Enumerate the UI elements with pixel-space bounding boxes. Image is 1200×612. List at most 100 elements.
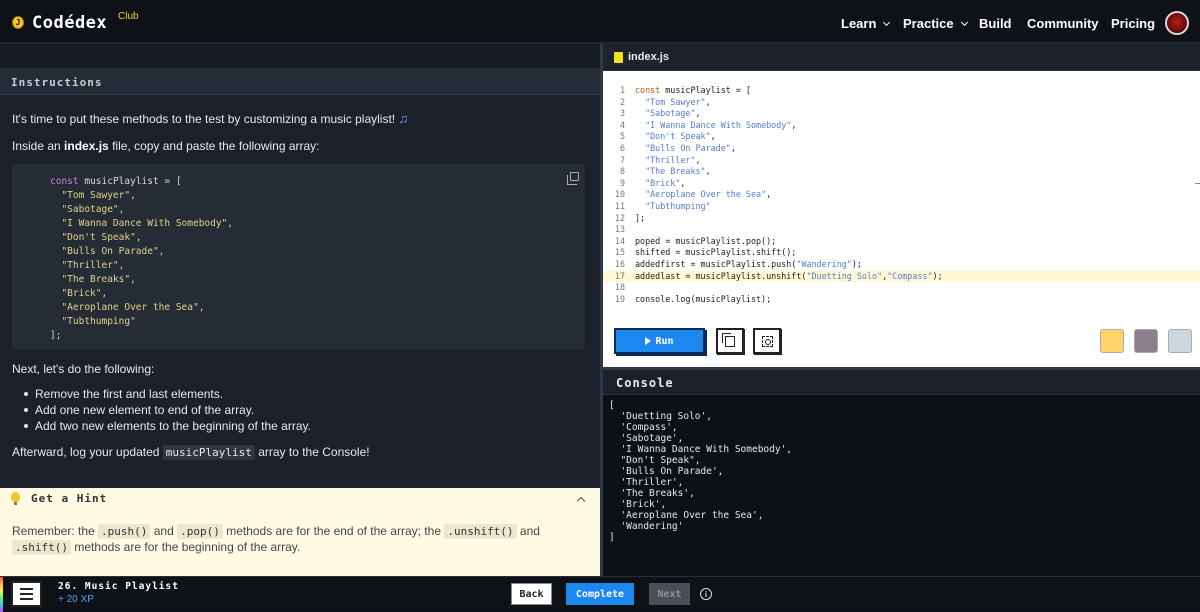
code-snippet-text: const musicPlaylist = [ "Tom Sawyer", "S… <box>50 175 233 343</box>
line-code: addedfirst = musicPlaylist.push("Wanderi… <box>635 259 862 269</box>
editor-line[interactable]: 15 shifted = musicPlaylist.shift(); <box>603 247 1200 259</box>
code-editor[interactable]: 1 const musicPlaylist = [2 "Tom Sawyer", 3… <box>603 71 1200 367</box>
task-text: Add two new elements to the beginning of… <box>35 419 311 433</box>
code-line: "Brick", <box>50 288 108 299</box>
lesson-footer: 26. Music Playlist + 20 XP Back Complete… <box>0 576 1200 612</box>
cube-pet-icon[interactable] <box>1168 329 1192 353</box>
editor-line[interactable]: 2 "Tom Sawyer", <box>603 97 1200 109</box>
line-number: 5 <box>619 131 625 142</box>
copy-icon[interactable] <box>567 172 579 185</box>
editor-tabbar: index.js <box>603 44 1200 71</box>
hint-title[interactable]: Get a Hint <box>31 492 107 505</box>
next-button[interactable]: Next <box>649 583 690 605</box>
line-number: 16 <box>614 259 625 269</box>
task-item: Add two new elements to the beginning of… <box>24 419 311 433</box>
line-number: 2 <box>619 96 625 107</box>
hint-text: Remember: the .push() and .pop() methods… <box>12 523 587 555</box>
nav-pricing[interactable]: Pricing <box>1111 16 1155 31</box>
chevron-down-icon <box>960 18 968 26</box>
nav-community-label: Community <box>1027 16 1099 31</box>
line-code: poped = musicPlaylist.pop(); <box>635 235 777 246</box>
nav-build[interactable]: Build <box>979 16 1012 31</box>
editor-line[interactable]: 5 "Don't Speak", <box>603 131 1200 143</box>
afterward-pre: Afterward, log your updated <box>12 445 163 459</box>
logo-coin-icon[interactable]: J <box>12 16 24 29</box>
inline-code: .unshift() <box>444 524 517 539</box>
editor-line[interactable]: 8 "The Breaks", <box>603 166 1200 178</box>
xp-label: + 20 XP <box>58 594 94 605</box>
task-item: Remove the first and last elements. <box>24 387 223 401</box>
code-line: "Bulls On Parade", <box>50 246 165 257</box>
line-number: 4 <box>619 119 625 130</box>
logo[interactable]: Codédex <box>32 13 107 33</box>
inline-code: .shift() <box>12 540 71 555</box>
play-icon <box>645 337 652 345</box>
screenshot-button[interactable] <box>753 328 781 354</box>
line-number: 14 <box>614 235 625 246</box>
nav-practice-label: Practice <box>903 16 954 31</box>
inline-code: .pop() <box>177 524 223 539</box>
editor-line[interactable]: 7 "Thriller", <box>603 155 1200 167</box>
hamburger-icon <box>20 593 33 595</box>
line-code: ]; <box>635 212 646 223</box>
duck-pet-icon[interactable] <box>1100 329 1124 353</box>
line-code: "The Breaks", <box>645 166 711 177</box>
line-number: 15 <box>614 247 625 258</box>
editor-line[interactable]: 12]; <box>603 213 1200 225</box>
afterward-text: Afterward, log your updated musicPlaylis… <box>12 444 370 460</box>
complete-button[interactable]: Complete <box>566 583 634 605</box>
run-label: Run <box>655 335 674 347</box>
monster-pet-icon[interactable] <box>1134 329 1158 353</box>
editor-line[interactable]: 1 const musicPlaylist = [ <box>603 85 1200 97</box>
editor-line[interactable]: 10 "Aeroplane Over the Sea", <box>603 189 1200 201</box>
editor-line[interactable]: 11 "Tubthumping" <box>603 201 1200 213</box>
editor-line[interactable]: 16 addedfirst = musicPlaylist.push("Wande… <box>603 259 1200 271</box>
hint-fragment: methods are for the beginning of the arr… <box>70 540 301 554</box>
editor-line[interactable]: 4 "I Wanna Dance With Somebody", <box>603 120 1200 132</box>
copy-line-post: file, copy and paste the following array… <box>108 139 320 153</box>
editor-line[interactable]: 13 <box>603 224 1200 236</box>
editor-line[interactable]: 6 "Bulls On Parade", <box>603 143 1200 155</box>
editor-line[interactable]: 14 poped = musicPlaylist.pop(); <box>603 236 1200 248</box>
nav-practice[interactable]: Practice <box>903 16 968 31</box>
editor-line[interactable]: 3 "Sabotage", <box>603 108 1200 120</box>
hint-panel[interactable]: Get a Hint Remember: the .push() and .po… <box>0 488 600 576</box>
tab-index-js[interactable]: index.js <box>628 51 669 63</box>
instructions-header: Instructions <box>0 69 600 95</box>
nav-community[interactable]: Community <box>1027 16 1099 31</box>
nav-learn[interactable]: Learn <box>841 16 891 31</box>
hamburger-icon <box>20 598 33 600</box>
back-button[interactable]: Back <box>511 583 552 605</box>
line-code: "Aeroplane Over the Sea", <box>645 189 772 200</box>
code-line: "Tom Sawyer", <box>50 190 136 201</box>
lesson-panel: Instructions It's time to put these meth… <box>0 44 600 576</box>
menu-button[interactable] <box>11 581 42 607</box>
workspace-panel: index.js 1 const musicPlaylist = [2 "Tom … <box>603 44 1200 576</box>
line-number: 9 <box>619 177 625 188</box>
nav-pricing-label: Pricing <box>1111 16 1156 31</box>
task-text: Remove the first and last elements. <box>35 387 224 401</box>
screenshot-icon <box>761 335 773 347</box>
copy-code-button[interactable] <box>716 328 744 354</box>
run-button[interactable]: Run <box>614 328 705 354</box>
inline-code: .push() <box>98 524 151 539</box>
top-nav: J Codédex Club Learn Practice Build Comm… <box>0 0 1200 44</box>
nav-learn-label: Learn <box>841 16 877 31</box>
editor-line[interactable]: 18 <box>603 282 1200 294</box>
editor-line[interactable]: 19 console.log(musicPlaylist); <box>603 294 1200 306</box>
code-line: "Don't Speak", <box>50 232 142 243</box>
editor-line[interactable]: 9 "Brick", <box>603 178 1200 190</box>
editor-line[interactable]: 17 addedlast = musicPlaylist.unshift("Due… <box>603 270 1200 283</box>
avatar[interactable] <box>1165 11 1189 35</box>
code-line: "Aeroplane Over the Sea", <box>50 302 205 313</box>
copy-icon <box>722 332 735 347</box>
line-number: 6 <box>619 143 625 153</box>
chevron-up-icon[interactable] <box>576 496 586 506</box>
line-number: 17 <box>614 270 625 281</box>
code-line: "I Wanna Dance With Somebody", <box>50 218 234 229</box>
nav-build-label: Build <box>979 16 1012 31</box>
info-icon[interactable]: i <box>700 588 712 600</box>
console-title: Console <box>616 376 674 390</box>
lightbulb-icon <box>11 492 20 505</box>
inline-code: musicPlaylist <box>162 445 255 460</box>
